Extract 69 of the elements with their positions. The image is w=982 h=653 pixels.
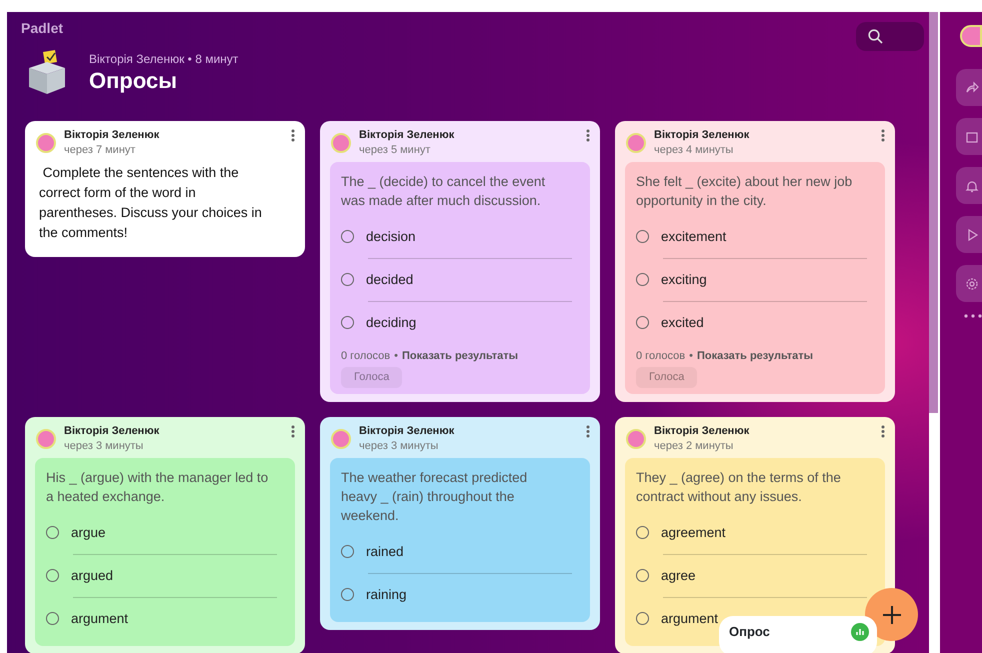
results-link[interactable]: Показать результаты	[402, 350, 518, 362]
avatar-icon	[331, 429, 351, 450]
author-name: Вікторія Зеленюк	[64, 129, 160, 143]
author-line: Вікторія Зеленюк • 8 минут	[89, 51, 238, 68]
poll-option[interactable]: argument	[46, 598, 283, 640]
scrollbar[interactable]	[929, 12, 938, 413]
separator-dot: •	[394, 350, 398, 362]
more-options-icon[interactable]	[291, 129, 295, 142]
poll-option[interactable]: agree	[636, 554, 873, 597]
poll-option[interactable]: agreement	[636, 512, 873, 554]
poll-option[interactable]: excitement	[636, 216, 873, 258]
post-time: через 4 минуты	[654, 142, 734, 157]
post-text: Complete the sentences with the correct form of the word in parentheses. Discuss your choices in the comments!	[38, 164, 263, 242]
more-options-icon[interactable]	[881, 425, 885, 438]
poll-question: The _ (decide) to cancel the event was made after much discussion.	[341, 172, 546, 210]
post-time: через 3 минуты	[359, 438, 440, 453]
chart-icon	[851, 623, 869, 641]
popup-label: Опрос	[729, 623, 770, 642]
poll-option[interactable]: decision	[341, 216, 578, 258]
poll-question: She felt _ (excite) about her new job opportunity in the city.	[636, 172, 854, 210]
author-name: Вікторія Зеленюк	[359, 129, 454, 143]
post-time: через 5 минут	[359, 142, 432, 157]
share-icon	[965, 80, 979, 94]
more-options-icon[interactable]	[291, 425, 295, 438]
author-name: Вікторія Зеленюк	[654, 425, 750, 439]
bell-button[interactable]	[956, 167, 982, 204]
post-time: через 7 минут	[64, 142, 136, 157]
post-time: через 3 минуты	[64, 438, 144, 453]
settings-button[interactable]	[956, 265, 982, 302]
vote-count: 0 голосов	[636, 350, 686, 362]
poll-option[interactable]: decided	[341, 258, 578, 301]
ballot-box-icon	[27, 50, 67, 94]
more-options-icon[interactable]	[586, 129, 590, 142]
crop-button[interactable]	[956, 118, 982, 155]
more-options-icon[interactable]	[881, 129, 885, 142]
poll-option[interactable]: raining	[341, 574, 578, 616]
bell-icon	[965, 178, 979, 192]
poll-option[interactable]: exciting	[636, 258, 873, 301]
poll-option[interactable]: deciding	[341, 302, 578, 344]
board-title: Опросы	[89, 68, 178, 94]
plus-icon	[882, 604, 902, 624]
author-name: Вікторія Зеленюк	[359, 425, 454, 439]
poll-option[interactable]: argue	[46, 512, 283, 554]
more-icon[interactable]	[964, 314, 982, 318]
avatar-icon	[960, 25, 982, 47]
author-name: Вікторія Зеленюк	[654, 129, 750, 143]
poll-question: His _ (argue) with the manager led to a heated exchange.	[46, 468, 270, 506]
avatar-icon	[331, 133, 351, 154]
settings-icon	[965, 276, 979, 290]
poll-option[interactable]: rained	[341, 530, 578, 573]
share-button[interactable]	[956, 69, 982, 106]
more-options-icon[interactable]	[586, 425, 590, 438]
search-button[interactable]	[856, 22, 924, 51]
search-icon	[868, 29, 883, 44]
poll-question: The weather forecast predicted heavy _ (rain) throughout the weekend.	[341, 468, 528, 525]
avatar-icon	[626, 133, 646, 154]
results-link[interactable]: Показать результаты	[696, 350, 814, 362]
post-time: через 2 минуты	[654, 438, 734, 453]
avatar-icon	[36, 429, 56, 450]
separator-dot: •	[689, 350, 693, 362]
avatar-icon	[626, 429, 646, 450]
brand-logo: Padlet	[21, 19, 64, 38]
poll-option[interactable]: excited	[636, 302, 873, 344]
poll-option[interactable]: argued	[46, 554, 283, 597]
author-name: Вікторія Зеленюк	[64, 425, 160, 439]
vote-count: 0 голосов	[341, 350, 390, 362]
play-button[interactable]	[956, 216, 982, 253]
poll-question: They _ (agree) on the terms of the contract without any issues.	[636, 468, 842, 506]
avatar-icon	[36, 133, 56, 154]
